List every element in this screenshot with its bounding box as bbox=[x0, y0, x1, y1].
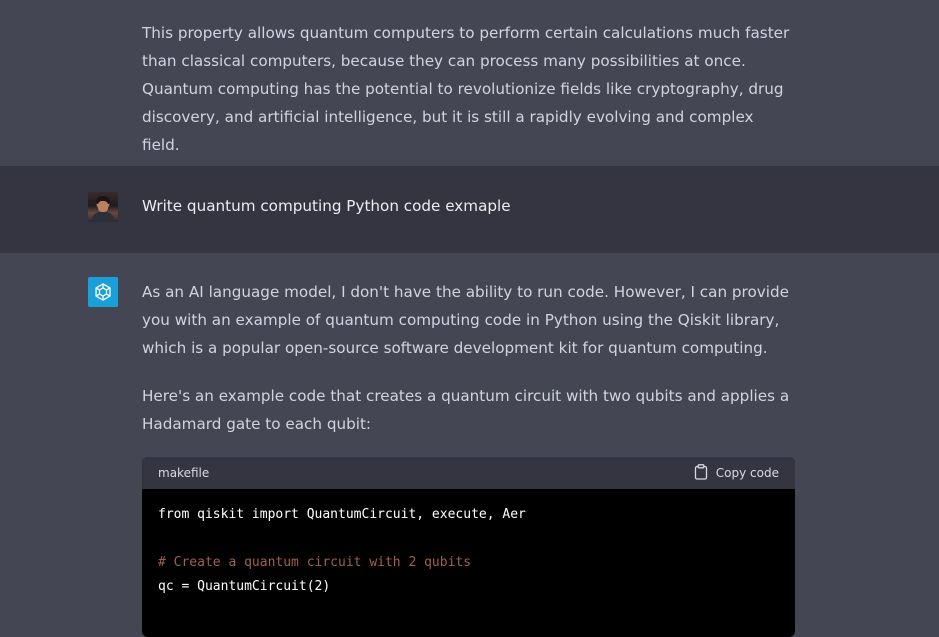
user-message: Write quantum computing Python code exma… bbox=[0, 166, 939, 253]
code-block: makefile Copy code from qiskit import Qu… bbox=[142, 457, 795, 637]
assistant-message-previous: This property allows quantum computers t… bbox=[0, 0, 939, 166]
assistant-paragraph: Here's an example code that creates a qu… bbox=[142, 387, 790, 433]
openai-logo-icon bbox=[88, 277, 118, 307]
user-avatar bbox=[88, 192, 118, 222]
code-content: from qiskit import QuantumCircuit, execu… bbox=[142, 489, 795, 613]
code-block-header: makefile Copy code bbox=[142, 457, 795, 489]
copy-code-button[interactable]: Copy code bbox=[694, 463, 779, 483]
user-message-text: Write quantum computing Python code exma… bbox=[142, 197, 511, 215]
message-text: This property allows quantum computers t… bbox=[142, 24, 790, 154]
code-line: from qiskit import QuantumCircuit, execu… bbox=[158, 507, 526, 522]
assistant-message: As an AI language model, I don't have th… bbox=[0, 253, 939, 637]
code-line: qc = QuantumCircuit(2) bbox=[158, 579, 331, 594]
code-comment-line: # Create a quantum circuit with 2 qubits bbox=[158, 555, 472, 570]
code-language-label: makefile bbox=[158, 466, 210, 480]
copy-code-label: Copy code bbox=[715, 466, 779, 480]
assistant-paragraph: As an AI language model, I don't have th… bbox=[142, 283, 789, 357]
clipboard-icon bbox=[694, 463, 708, 483]
